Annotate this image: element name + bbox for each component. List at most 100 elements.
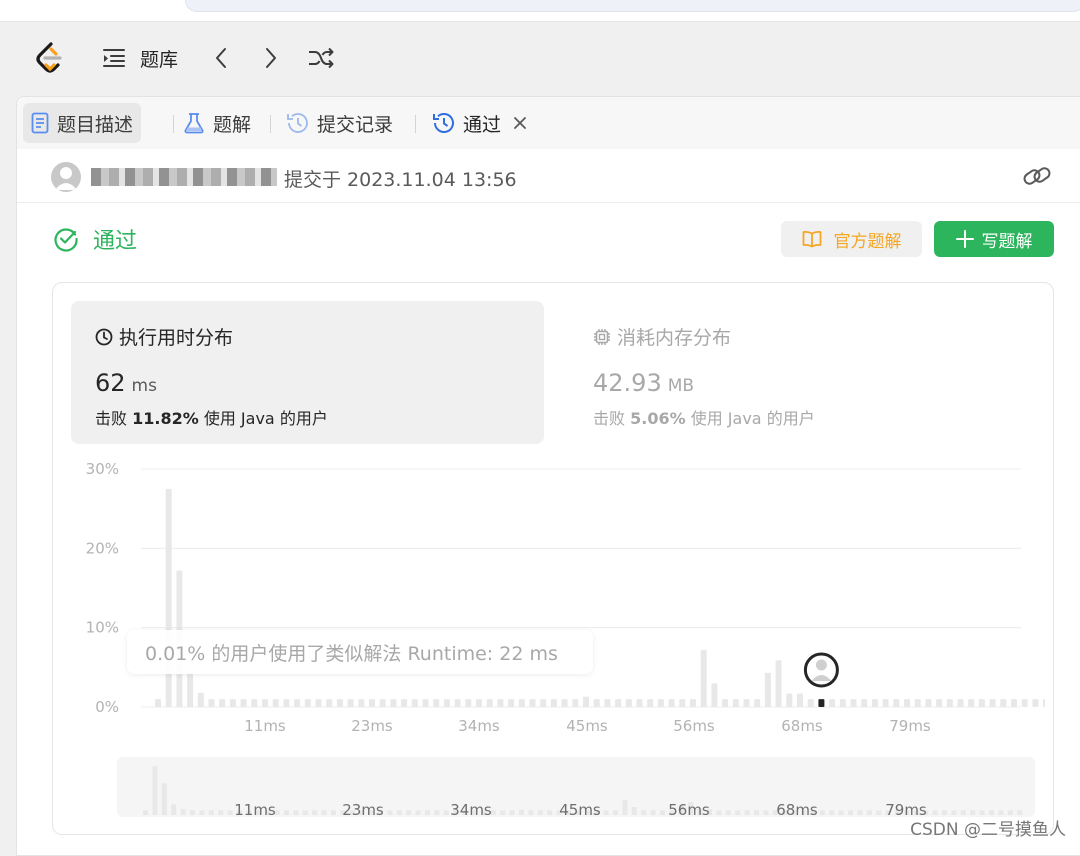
chart-bar[interactable]	[187, 671, 193, 707]
chart-overview-slider[interactable]: 11ms23ms34ms45ms56ms68ms79ms	[117, 757, 1035, 817]
previous-button[interactable]	[208, 45, 234, 71]
official-solution-button[interactable]: 官方题解	[781, 221, 922, 257]
chart-bar[interactable]	[455, 699, 461, 707]
memory-stat-box[interactable]: 消耗内存分布 42.93MB 击败 5.06% 使用 Java 的用户	[569, 301, 1042, 444]
chart-bar[interactable]	[262, 699, 268, 707]
chart-bar[interactable]	[637, 699, 643, 707]
chart-bar[interactable]	[476, 699, 482, 707]
chart-bar[interactable]	[626, 699, 632, 707]
more-icon[interactable]: ⋮	[1075, 111, 1080, 132]
chart-bar[interactable]	[166, 489, 172, 707]
chart-bar[interactable]	[893, 699, 899, 707]
chart-bar[interactable]	[497, 699, 503, 707]
chart-bar[interactable]	[465, 699, 471, 707]
tab-submissions[interactable]: 提交记录	[277, 103, 401, 143]
chart-bar[interactable]	[412, 699, 418, 707]
chart-bar[interactable]	[615, 699, 621, 707]
chart-bar[interactable]	[904, 699, 910, 707]
chart-bar[interactable]	[851, 699, 857, 707]
chart-bar[interactable]	[1043, 699, 1045, 707]
username-redacted[interactable]	[91, 168, 277, 186]
chart-bar[interactable]	[861, 699, 867, 707]
chart-bar[interactable]	[744, 699, 750, 707]
chart-bar[interactable]	[241, 699, 247, 707]
write-solution-button[interactable]: 写题解	[934, 221, 1054, 257]
chart-bar[interactable]	[433, 699, 439, 707]
chart-bar[interactable]	[669, 699, 675, 707]
chart-bar[interactable]	[733, 699, 739, 707]
chart-bar[interactable]	[198, 693, 204, 707]
chart-bar[interactable]	[562, 699, 568, 707]
runtime-stat-box[interactable]: 执行用时分布 62ms 击败 11.82% 使用 Java 的用户	[71, 301, 544, 444]
chart-bar[interactable]	[572, 699, 578, 707]
chart-bar[interactable]	[401, 699, 407, 707]
chart-bar[interactable]	[947, 699, 953, 707]
chart-bar[interactable]	[1032, 699, 1038, 707]
chart-bar[interactable]	[701, 650, 707, 707]
chart-bar[interactable]	[979, 699, 985, 707]
chart-bar[interactable]	[508, 699, 514, 707]
chart-bar[interactable]	[583, 697, 589, 707]
leetcode-logo-icon[interactable]	[34, 41, 64, 75]
chart-bar[interactable]	[551, 699, 557, 707]
chart-bar[interactable]	[348, 699, 354, 707]
chart-bar[interactable]	[915, 699, 921, 707]
chart-bar[interactable]	[487, 699, 493, 707]
chart-bar[interactable]	[883, 699, 889, 707]
tab-accepted[interactable]: 通过	[423, 103, 535, 143]
chart-bar[interactable]	[530, 699, 536, 707]
avatar[interactable]	[51, 162, 81, 192]
chart-bar[interactable]	[1022, 699, 1028, 707]
chart-bar[interactable]	[326, 699, 332, 707]
chart-bar[interactable]	[423, 699, 429, 707]
chart-bar[interactable]	[711, 683, 717, 707]
chart-bar[interactable]	[679, 699, 685, 707]
link-icon[interactable]	[1022, 164, 1052, 188]
chart-bar[interactable]	[540, 699, 546, 707]
chart-bar[interactable]	[305, 699, 311, 707]
chart-bar[interactable]	[754, 699, 760, 707]
chart-bar[interactable]	[337, 699, 343, 707]
chart-bar[interactable]	[283, 699, 289, 707]
chart-bar[interactable]	[722, 699, 728, 707]
problem-bank-button[interactable]: 题库	[102, 45, 178, 71]
chart-bar[interactable]	[380, 699, 386, 707]
chart-bar[interactable]	[594, 699, 600, 707]
tab-description[interactable]: 题目描述	[23, 103, 141, 143]
chart-bar[interactable]	[776, 660, 782, 707]
chart-bar[interactable]	[230, 699, 236, 707]
chart-bar[interactable]	[294, 699, 300, 707]
chart-bar[interactable]	[658, 699, 664, 707]
chart-bar[interactable]	[604, 699, 610, 707]
chart-bar[interactable]	[390, 699, 396, 707]
chart-bar[interactable]	[958, 699, 964, 707]
chart-bar[interactable]	[690, 699, 696, 707]
chart-bar[interactable]	[358, 699, 364, 707]
chart-bar[interactable]	[936, 699, 942, 707]
chart-bar[interactable]	[519, 699, 525, 707]
chart-bar[interactable]	[872, 699, 878, 707]
close-icon[interactable]	[513, 116, 527, 130]
chart-bar[interactable]	[990, 699, 996, 707]
random-button[interactable]	[306, 45, 336, 71]
chart-bar[interactable]	[765, 673, 771, 707]
chart-bar[interactable]	[251, 699, 257, 707]
chart-bar[interactable]	[369, 699, 375, 707]
address-bar[interactable]	[185, 0, 1080, 12]
chart-bar[interactable]	[1011, 699, 1017, 707]
chart-bar[interactable]	[219, 699, 225, 707]
chart-bar[interactable]	[968, 699, 974, 707]
chart-bar[interactable]	[444, 699, 450, 707]
chart-bar[interactable]	[209, 699, 215, 707]
chart-bar[interactable]	[808, 699, 814, 707]
chart-bar[interactable]	[840, 699, 846, 707]
chart-bar[interactable]	[273, 699, 279, 707]
chart-bar[interactable]	[797, 694, 803, 707]
chart-bar[interactable]	[786, 694, 792, 707]
chart-bar[interactable]	[1000, 699, 1006, 707]
next-button[interactable]	[258, 45, 284, 71]
chart-bar[interactable]	[155, 699, 161, 707]
current-bar[interactable]	[818, 699, 824, 707]
chart-bar[interactable]	[647, 699, 653, 707]
chart-bar[interactable]	[829, 699, 835, 707]
